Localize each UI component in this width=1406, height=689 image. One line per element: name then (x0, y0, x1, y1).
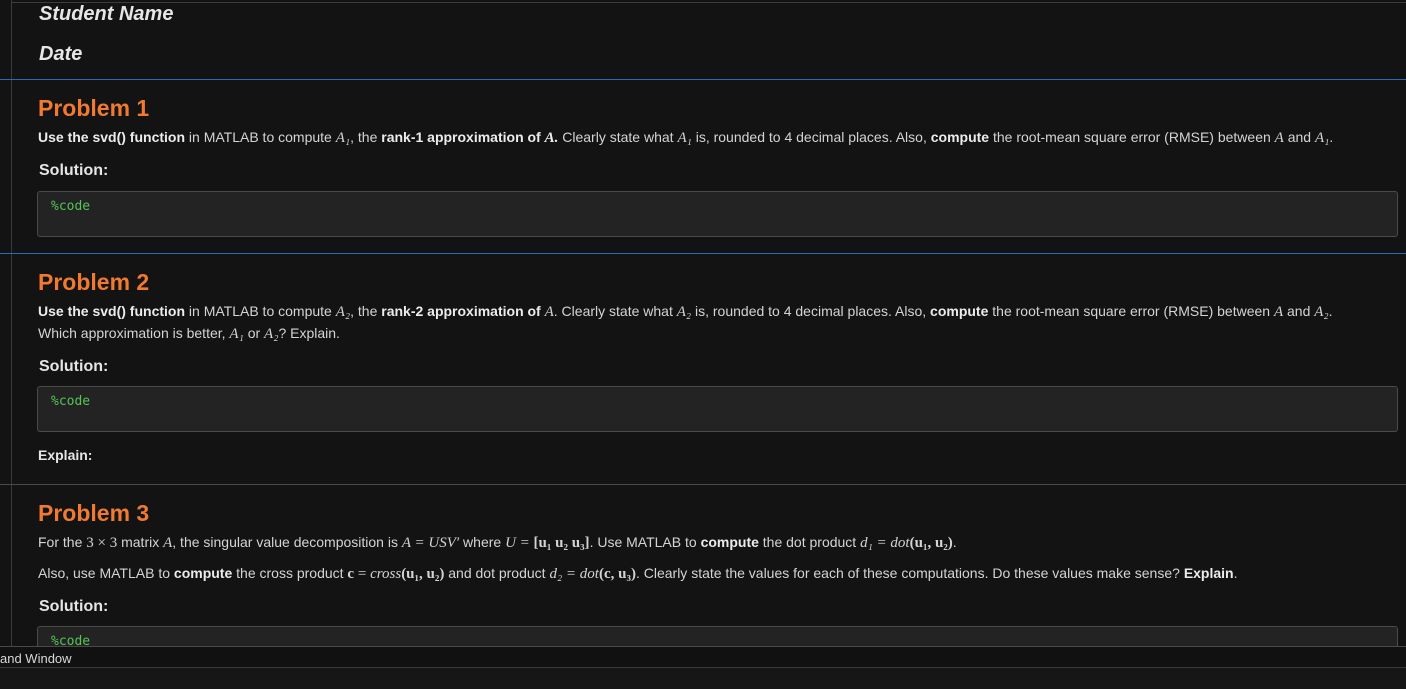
p3-b3: = (354, 566, 371, 582)
p1-t4: rank-1 approximation of (381, 129, 545, 145)
p3-a3: , the singular value decomposition is (172, 534, 402, 550)
p1-t5: Clearly state what (558, 129, 678, 145)
p3-b4: and dot product (444, 565, 550, 581)
problem-3-text-1[interactable]: For the 3 × 3 matrix A, the singular val… (38, 532, 1386, 554)
live-editor-document[interactable]: Student Name Date Problem 1 Use the svd(… (0, 0, 1406, 646)
problem-1-solution-label[interactable]: Solution: (39, 162, 108, 180)
p1-t7: compute (930, 129, 990, 145)
problem-2-explain-label[interactable]: Explain: (38, 447, 92, 463)
p2-a2b: A₂ (676, 304, 692, 320)
p3-U: U = (505, 535, 534, 551)
p1-a1: A₁ (335, 130, 351, 146)
date-heading[interactable]: Date (39, 43, 82, 66)
p3-a1: For the (38, 534, 87, 550)
p2-t7: compute (930, 303, 989, 319)
section-break (0, 253, 1406, 254)
problem-1-text[interactable]: Use the svd() function in MATLAB to comp… (38, 127, 1386, 149)
p3-a7: . (952, 534, 957, 550)
p3-svd: A = USV′ (401, 535, 460, 551)
p3-b2: the cross product (232, 565, 348, 581)
p2-a: A (544, 304, 554, 320)
p3-explain: Explain (1183, 565, 1234, 581)
p2-end: . (1328, 303, 1333, 319)
p2-t4: rank-2 approximation of (381, 303, 545, 319)
problem-3-code-block[interactable]: %code (37, 626, 1398, 646)
p2-ap: A (1273, 304, 1284, 320)
problem-2-text[interactable]: Use the svd() function in MATLAB to comp… (38, 301, 1386, 345)
p2-t8: the root-mean square error (RMSE) betwee… (988, 303, 1274, 319)
p2-a2c: A₂ (1314, 304, 1329, 320)
p1-a1c: A₁ (1314, 130, 1330, 146)
code-comment: %code (51, 199, 91, 214)
p3-d1args: (u₁, u₂) (909, 535, 953, 551)
problem-3-solution-label[interactable]: Solution: (39, 598, 108, 616)
p3-a6: the dot product (758, 534, 861, 550)
student-name-heading[interactable]: Student Name (39, 3, 173, 26)
p3-a4: where (459, 534, 506, 550)
p3-compute2: compute (173, 565, 233, 581)
p2-t9: and (1283, 303, 1315, 319)
command-window-panel[interactable] (0, 668, 1406, 689)
problem-3-text-2[interactable]: Also, use MATLAB to compute the cross pr… (38, 563, 1386, 585)
code-comment: %code (51, 394, 91, 409)
section-break (0, 79, 1406, 80)
code-comment: %code (51, 634, 91, 646)
command-window-header[interactable]: and Window (0, 646, 1406, 668)
p1-t1: Use the svd() function (38, 129, 186, 145)
p2-t3: , the (350, 303, 382, 319)
problem-1-title[interactable]: Problem 1 (38, 95, 149, 122)
p1-ap: A (1274, 130, 1284, 146)
p3-dim: 3 × 3 (86, 535, 118, 551)
p3-A: A (163, 535, 173, 551)
problem-2-code-block[interactable]: %code (37, 386, 1398, 432)
p1-t8: the root-mean square error (RMSE) betwee… (989, 129, 1275, 145)
p3-Uvec: [u₁ u₂ u₃] (533, 535, 590, 551)
p2-l2-a1: A₁ (229, 326, 244, 342)
p1-t2: in MATLAB to compute (185, 129, 336, 145)
problem-3-title[interactable]: Problem 3 (38, 500, 149, 527)
p2-t2: in MATLAB to compute (185, 303, 336, 319)
top-divider (12, 2, 1406, 3)
p2-or: or (243, 325, 265, 341)
problem-2-title[interactable]: Problem 2 (38, 269, 149, 296)
p3-cross: cross (370, 566, 402, 582)
p1-a: A. (544, 130, 559, 146)
p3-b5: . Clearly state the values for each of t… (635, 565, 1184, 581)
document-gutter (11, 0, 12, 646)
p2-t5: . Clearly state what (553, 303, 677, 319)
p3-a2: matrix (117, 534, 164, 550)
p3-d2args: (c, u₃) (598, 566, 636, 582)
p1-t3: , the (350, 129, 382, 145)
problem-2-solution-label[interactable]: Solution: (39, 358, 108, 376)
p3-b1: Also, use MATLAB to (38, 565, 174, 581)
p2-t6: is, rounded to 4 decimal places. Also, (691, 303, 931, 319)
p3-a5: . Use MATLAB to (589, 534, 701, 550)
p1-a1b: A₁ (677, 130, 692, 146)
section-break (0, 484, 1406, 485)
p1-t9: and (1283, 129, 1315, 145)
p2-a2: A₂ (335, 304, 351, 320)
command-window-title: and Window (0, 651, 72, 666)
p2-l2-a2: A₂ (264, 326, 279, 342)
problem-1-code-block[interactable]: %code (37, 191, 1398, 237)
p3-d1: d₁ = dot (860, 535, 910, 551)
p3-b6: . (1233, 565, 1238, 581)
p2-l2b: ? Explain. (278, 325, 340, 341)
p2-t1: Use the svd() function (38, 303, 186, 319)
p3-crossargs: (u₁, u₂) (401, 566, 445, 582)
p2-l2a: Which approximation is better, (38, 325, 230, 341)
p3-d2: d₂ = dot (549, 566, 599, 582)
p1-t6: is, rounded to 4 decimal places. Also, (691, 129, 931, 145)
p1-end: . (1329, 129, 1334, 145)
p3-compute: compute (700, 534, 759, 550)
